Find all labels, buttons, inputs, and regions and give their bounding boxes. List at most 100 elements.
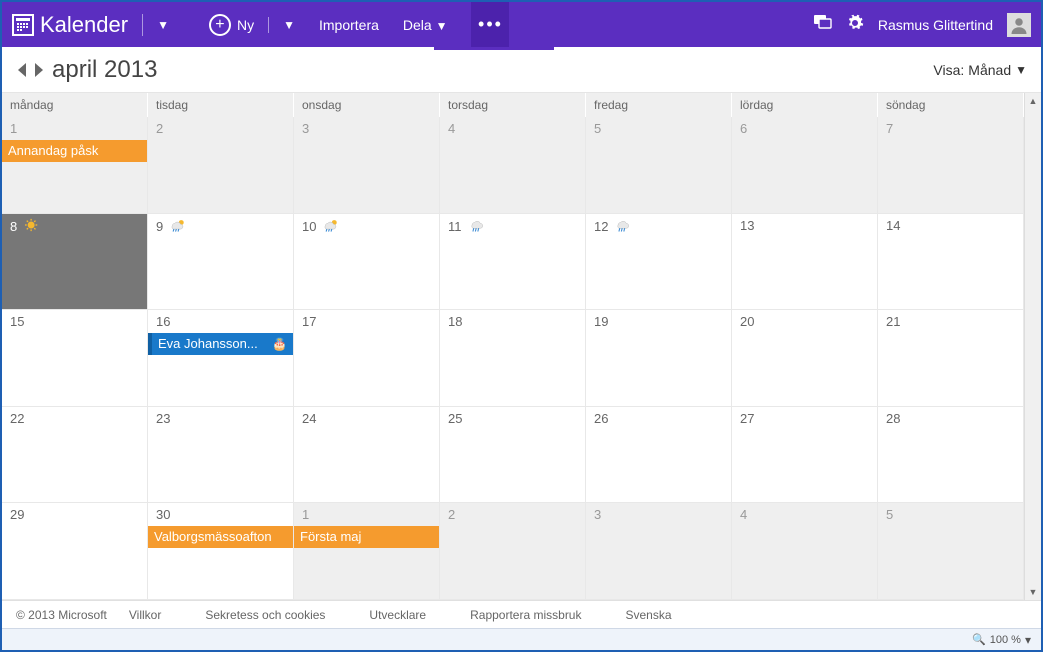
user-name[interactable]: Rasmus Glittertind (878, 17, 993, 33)
footer-link[interactable]: Utvecklare (369, 608, 426, 622)
day-number: 9 (156, 219, 163, 234)
day-cell[interactable]: 3 (586, 503, 732, 600)
day-number: 10 (302, 219, 316, 234)
next-month-button[interactable] (32, 62, 46, 78)
day-number: 20 (740, 314, 754, 329)
weekday-label: måndag (2, 93, 148, 117)
avatar[interactable] (1007, 13, 1031, 37)
rain-icon (468, 218, 486, 235)
calendar-event[interactable]: Valborgsmässoafton (148, 526, 293, 548)
calendar-icon (12, 14, 34, 36)
day-cell[interactable]: 2 (440, 503, 586, 600)
chevron-down-icon[interactable]: ▼ (157, 18, 169, 32)
day-cell[interactable]: 5 (586, 117, 732, 214)
day-number: 22 (10, 411, 24, 426)
day-cell[interactable]: 16 Eva Johansson...🎂 (148, 310, 294, 407)
view-switcher[interactable]: Visa: Månad ▼ (933, 62, 1027, 78)
calendar-event[interactable]: Annandag påsk (2, 140, 147, 162)
chevron-down-icon: ▼ (436, 19, 448, 33)
day-cell[interactable]: 7 (878, 117, 1024, 214)
zoom-level[interactable]: 100 % (990, 634, 1021, 646)
day-cell[interactable]: 26 (586, 407, 732, 504)
prev-month-button[interactable] (16, 62, 30, 78)
day-number: 14 (886, 218, 900, 233)
day-cell[interactable]: 30 Valborgsmässoafton (148, 503, 294, 600)
day-number: 11 (448, 219, 462, 234)
status-bar: 🔍 100 % ▾ (2, 628, 1041, 650)
footer-link[interactable]: Rapportera missbruk (470, 608, 581, 622)
day-cell[interactable]: 13 (732, 214, 878, 311)
footer-link[interactable]: Svenska (625, 608, 671, 622)
event-label: Annandag påsk (8, 140, 98, 162)
zoom-dropdown-icon[interactable]: ▾ (1025, 633, 1031, 647)
day-cell[interactable]: 14 (878, 214, 1024, 311)
scroll-down-icon[interactable]: ▼ (1025, 584, 1041, 600)
more-button[interactable]: ••• (471, 2, 509, 47)
event-label: Valborgsmässoafton (154, 526, 272, 548)
day-cell[interactable]: 25 (440, 407, 586, 504)
divider (142, 14, 143, 36)
day-cell[interactable]: 28 (878, 407, 1024, 504)
chat-icon[interactable] (814, 15, 832, 34)
day-number: 3 (594, 507, 601, 522)
day-number: 30 (156, 507, 170, 522)
day-cell[interactable]: 1 Annandag påsk (2, 117, 148, 214)
weekday-label: fredag (586, 93, 732, 117)
day-number: 1 (10, 121, 17, 136)
day-number: 2 (448, 507, 455, 522)
day-cell[interactable]: 24 (294, 407, 440, 504)
zoom-icon[interactable]: 🔍 (972, 633, 986, 646)
day-cell[interactable]: 8 (2, 214, 148, 311)
day-cell[interactable]: 5 (878, 503, 1024, 600)
import-link[interactable]: Importera (319, 17, 379, 33)
weekday-label: onsdag (294, 93, 440, 117)
day-cell[interactable]: 22 (2, 407, 148, 504)
scrollbar[interactable]: ▲ ▼ (1024, 93, 1041, 600)
day-cell[interactable]: 12 (586, 214, 732, 311)
weekday-label: söndag (878, 93, 1024, 117)
scroll-up-icon[interactable]: ▲ (1025, 93, 1041, 109)
day-cell[interactable]: 29 (2, 503, 148, 600)
chevron-down-icon[interactable]: ▼ (283, 18, 295, 32)
gear-icon[interactable] (846, 14, 864, 35)
day-number: 13 (740, 218, 754, 233)
footer-link[interactable]: Villkor (129, 608, 161, 622)
day-cell[interactable]: 19 (586, 310, 732, 407)
new-label: Ny (237, 17, 254, 33)
sub-header: april 2013 Visa: Månad ▼ (2, 47, 1041, 93)
day-number: 19 (594, 314, 608, 329)
day-number: 16 (156, 314, 170, 329)
brand-label: Kalender (40, 12, 128, 38)
day-cell[interactable]: 20 (732, 310, 878, 407)
day-cell[interactable]: 23 (148, 407, 294, 504)
day-number: 21 (886, 314, 900, 329)
day-cell[interactable]: 6 (732, 117, 878, 214)
day-number: 25 (448, 411, 462, 426)
day-number: 23 (156, 411, 170, 426)
day-cell[interactable]: 27 (732, 407, 878, 504)
footer-link[interactable]: Sekretess och cookies (205, 608, 325, 622)
day-cell[interactable]: 10 (294, 214, 440, 311)
day-cell[interactable]: 3 (294, 117, 440, 214)
day-cell[interactable]: 15 (2, 310, 148, 407)
day-number: 15 (10, 314, 24, 329)
day-cell[interactable]: 18 (440, 310, 586, 407)
calendar-event[interactable]: Eva Johansson...🎂 (148, 333, 293, 355)
weekday-label: torsdag (440, 93, 586, 117)
new-button[interactable]: + Ny ▼ (209, 14, 295, 36)
calendar-event[interactable]: Första maj (294, 526, 439, 548)
day-cell[interactable]: 4 (732, 503, 878, 600)
day-number: 24 (302, 411, 316, 426)
day-cell[interactable]: 17 (294, 310, 440, 407)
day-cell[interactable]: 9 (148, 214, 294, 311)
share-link[interactable]: Dela ▼ (403, 17, 448, 33)
day-cell[interactable]: 1Första maj (294, 503, 440, 600)
divider (268, 17, 269, 33)
copyright: © 2013 Microsoft (16, 608, 107, 622)
day-cell[interactable]: 4 (440, 117, 586, 214)
brand[interactable]: Kalender ▼ (12, 12, 169, 38)
day-cell[interactable]: 11 (440, 214, 586, 311)
day-cell[interactable]: 21 (878, 310, 1024, 407)
day-cell[interactable]: 2 (148, 117, 294, 214)
weekday-label: lördag (732, 93, 878, 117)
